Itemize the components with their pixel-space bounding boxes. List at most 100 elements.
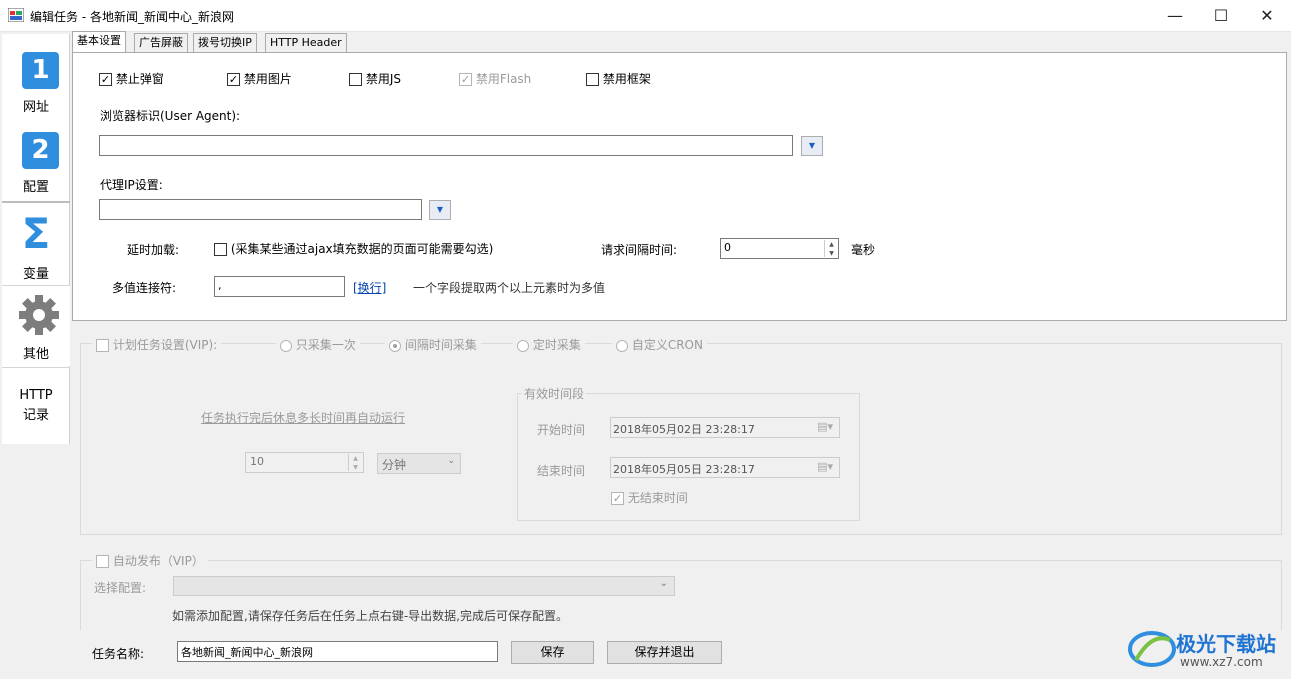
checkbox-empty-icon [96,555,109,568]
radio-selected-icon [389,339,401,352]
rest-time-spinner: ▲ ▼ [348,454,362,471]
interval-unit: 毫秒 [851,243,876,257]
tab-ad-block[interactable]: 广告屏蔽 [134,33,188,52]
no-end-time-checkbox: ✓ 无结束时间 [611,489,688,506]
checkbox-checked-icon: ✓ [459,73,472,86]
request-interval-value: 0 [724,241,731,254]
tab-http-header[interactable]: HTTP Header [265,33,347,52]
sidebar-item-variables[interactable]: Σ 变量 [2,204,70,286]
save-button[interactable]: 保存 [511,641,594,664]
close-button[interactable]: ✕ [1244,0,1290,32]
number-1-icon: 1 [22,52,59,89]
checkbox-label: 禁用图片 [243,72,292,86]
radio-icon [280,339,292,352]
task-name-input[interactable]: 各地新闻_新闻中心_新浪网 [177,641,498,662]
save-exit-button[interactable]: 保存并退出 [607,641,722,664]
publish-title: 自动发布（VIP） [112,554,204,568]
radio-timed: 定时采集 [513,336,585,353]
checkbox-checked-icon: ✓ [99,73,112,86]
checkbox-empty-icon [214,243,227,256]
app-icon [8,8,24,22]
sigma-icon: Σ [21,209,51,258]
delay-load-checkbox[interactable]: (采集某些通过ajax填充数据的页面可能需要勾选) [214,240,493,257]
spin-up-icon: ▲ [829,241,834,248]
disable-images-checkbox[interactable]: ✓ 禁用图片 [227,70,292,87]
valid-period-title: 有效时间段 [522,385,587,402]
radio-label: 定时采集 [532,338,581,352]
checkbox-empty-icon [349,73,362,86]
close-icon: ✕ [1260,6,1274,25]
rest-unit-value: 分钟 [382,458,407,472]
watermark-logo-icon [1128,631,1176,667]
proxy-label: 代理IP设置: [100,178,163,192]
start-time-value: 2018年05月02日 23:28:17 [613,423,755,436]
minimize-button[interactable]: — [1152,0,1198,32]
rest-time-input: 10 [245,452,364,473]
start-time-picker: 2018年05月02日 23:28:17 ▤▾ [610,417,840,438]
sidebar-item-label: 网址 [22,100,49,115]
sidebar-item-http-log[interactable]: HTTP 记录 [2,386,70,436]
user-agent-label: 浏览器标识(User Agent): [100,109,241,123]
sidebar-item-url[interactable]: 1 网址 [2,34,70,116]
spin-down-icon: ▼ [829,250,834,257]
disable-js-checkbox[interactable]: 禁用JS [349,70,401,87]
tab-dial-ip[interactable]: 拨号切换IP [193,33,257,52]
watermark-url: www.xz7.com [1180,655,1263,669]
chevron-down-icon: ⌄ [447,456,455,466]
multi-value-label: 多值连接符: [112,281,177,295]
watermark-text: 极光下载站 [1176,632,1276,656]
publish-hint: 如需添加配置,请保存任务后在任务上点右键-导出数据,完成后可保存配置。 [172,609,568,623]
end-time-label: 结束时间 [537,464,586,478]
sidebar-item-label: 变量 [22,267,49,282]
maximize-icon: ☐ [1213,6,1229,25]
radio-icon [616,339,628,352]
user-agent-dropdown-button[interactable]: ▼ [801,136,823,156]
tab-basic-settings[interactable]: 基本设置 [72,31,126,53]
user-agent-input[interactable] [99,135,793,156]
disable-frames-checkbox[interactable]: 禁用框架 [586,70,651,87]
dropdown-arrow-icon: ▼ [808,141,816,150]
delay-load-label: 延时加载: [127,243,180,257]
delay-load-hint: (采集某些通过ajax填充数据的页面可能需要勾选) [230,242,494,256]
end-time-picker: 2018年05月05日 23:28:17 ▤▾ [610,457,840,478]
sidebar-item-config[interactable]: 2 配置 [2,116,70,200]
end-time-value: 2018年05月05日 23:28:17 [613,463,755,476]
checkbox-empty-icon [586,73,599,86]
calendar-icon: ▤▾ [817,420,833,433]
request-interval-input[interactable]: 0 [720,238,839,259]
title-bar: 编辑任务 - 各地新闻_新闻中心_新浪网 — ☐ ✕ [0,0,1291,32]
sidebar-item-label: 其他 [22,347,49,362]
number-2-icon: 2 [22,132,59,169]
rest-time-value: 10 [250,455,264,468]
radio-icon [517,339,529,352]
proxy-input[interactable] [99,199,422,220]
publish-checkbox: 自动发布（VIP） [92,552,208,569]
config-select: ⌄ [173,576,675,596]
spin-down-icon: ▼ [353,464,358,471]
radio-cron: 自定义CRON [612,336,707,353]
newline-link[interactable]: [换行] [353,279,386,296]
sidebar-item-label: 配置 [22,180,49,195]
disable-flash-checkbox: ✓ 禁用Flash [459,70,531,87]
interval-spinner[interactable]: ▲ ▼ [824,240,838,257]
rest-time-label: 任务执行完后休息多长时间再自动运行 [201,411,406,425]
sidebar-item-label: HTTP 记录 [19,388,53,423]
disable-popup-checkbox[interactable]: ✓ 禁止弹窗 [99,70,164,87]
schedule-title: 计划任务设置(VIP): [112,338,218,352]
maximize-button[interactable]: ☐ [1198,0,1244,32]
sidebar-item-other[interactable]: 其他 [2,286,70,366]
request-interval-label: 请求间隔时间: [601,243,678,257]
checkbox-label: 禁用框架 [602,72,651,86]
task-name-label: 任务名称: [92,647,145,661]
chevron-down-icon: ⌄ [659,578,668,589]
select-config-label: 选择配置: [94,581,147,595]
minimize-icon: — [1167,6,1183,25]
schedule-checkbox: 计划任务设置(VIP): [92,336,222,353]
window-title: 编辑任务 - 各地新闻_新闻中心_新浪网 [30,10,234,24]
rest-unit-select: 分钟 ⌄ [377,453,461,474]
radio-label: 只采集一次 [295,338,356,352]
multi-value-input[interactable]: , [214,276,345,297]
gear-icon [19,295,59,335]
start-time-label: 开始时间 [537,423,586,437]
proxy-dropdown-button[interactable]: ▼ [429,200,451,220]
